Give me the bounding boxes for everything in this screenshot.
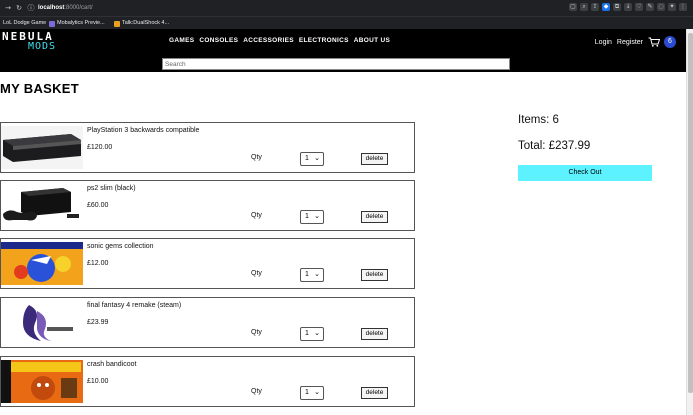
item-price: £23.99 <box>87 319 109 326</box>
screenshot-icon[interactable]: ▢ <box>569 3 577 11</box>
basket-item: ps2 slim (black) £60.00 Qty 1 ⌄ delete <box>0 180 415 231</box>
chevron-down-icon: ⌄ <box>314 155 320 162</box>
basket-item: crash bandicoot £10.00 Qty 1 ⌄ delete <box>0 356 415 407</box>
zoom-icon[interactable]: ⌕ <box>580 3 588 11</box>
shield-icon <box>49 20 55 27</box>
url-host: localhost <box>38 5 65 11</box>
url-path: :8000/cart/ <box>64 5 93 11</box>
qty-value: 1 <box>305 271 309 278</box>
qty-label: Qty <box>251 270 262 277</box>
site-header: NEBULA MODS GAMES CONSOLES ACCESSORIES E… <box>0 29 686 56</box>
register-link[interactable]: Register <box>617 39 643 46</box>
site-info-icon[interactable]: ⓘ <box>26 3 36 13</box>
item-price: £120.00 <box>87 144 113 151</box>
scrollbar-thumb[interactable] <box>688 33 693 393</box>
quantity-select[interactable]: 1 ⌄ <box>300 268 324 282</box>
qty-label: Qty <box>251 154 262 161</box>
address-bar[interactable]: localhost:8000/cart/ <box>38 3 93 13</box>
qty-value: 1 <box>305 389 309 396</box>
bookmark-label: LoL Dodge Game <box>3 20 47 26</box>
chat-icon[interactable]: ◌ <box>657 3 665 11</box>
forward-icon[interactable]: → <box>3 3 13 13</box>
summary-total: Total: £237.99 <box>518 140 591 152</box>
wiki-icon <box>114 20 120 27</box>
share-icon[interactable]: ⇪ <box>591 3 599 11</box>
delete-button[interactable]: delete <box>361 387 388 399</box>
logo-text-bottom: MODS <box>28 41 57 52</box>
search-bar <box>0 56 686 72</box>
bookmark-item[interactable]: Mobalytics Previe... <box>49 19 105 28</box>
qty-label: Qty <box>251 388 262 395</box>
product-image-crash-bandicoot[interactable] <box>1 360 83 403</box>
bookmark-label: Talk:DualShock 4... <box>122 20 170 26</box>
item-name: ps2 slim (black) <box>87 185 136 192</box>
qty-label: Qty <box>251 212 262 219</box>
page-scrollbar[interactable] <box>686 29 693 415</box>
item-price: £12.00 <box>87 260 109 267</box>
bookmark-item[interactable]: Talk:DualShock 4... <box>114 19 169 28</box>
item-price: £60.00 <box>87 202 109 209</box>
delete-button[interactable]: delete <box>361 328 388 340</box>
user-nav: Login Register 6 <box>595 35 686 49</box>
page-title: MY BASKET <box>0 81 80 96</box>
cart-icon[interactable] <box>648 37 660 47</box>
checkout-button[interactable]: Check Out <box>518 165 652 181</box>
quantity-select[interactable]: 1 ⌄ <box>300 327 324 341</box>
product-image-ps3[interactable] <box>1 126 83 169</box>
quantity-select[interactable]: 1 ⌄ <box>300 386 324 400</box>
delete-button[interactable]: delete <box>361 269 388 281</box>
puzzle-icon[interactable]: ✦ <box>668 3 676 11</box>
extension-icon[interactable]: ⧉ <box>613 3 621 11</box>
item-name: PlayStation 3 backwards compatible <box>87 127 200 134</box>
chevron-down-icon: ⌄ <box>314 213 320 220</box>
bookmark-label: Mobalytics Previe... <box>57 20 105 26</box>
chevron-down-icon: ⌄ <box>314 330 320 337</box>
login-link[interactable]: Login <box>595 39 612 46</box>
quantity-select[interactable]: 1 ⌄ <box>300 210 324 224</box>
delete-button[interactable]: delete <box>361 211 388 223</box>
bookmarks-bar: LoL Dodge Game Mobalytics Previe... Talk… <box>0 16 693 29</box>
password-icon[interactable]: ◆ <box>602 3 610 11</box>
cart-count-badge[interactable]: 6 <box>664 36 676 48</box>
nav-about-us[interactable]: ABOUT US <box>354 37 390 44</box>
extension-icons: ▢ ⌕ ⇪ ◆ ⧉ ↓ ♡ ✎ ◌ ✦ ⋮ <box>569 3 687 13</box>
qty-label: Qty <box>251 329 262 336</box>
item-name: crash bandicoot <box>87 361 137 368</box>
download-icon[interactable]: ↓ <box>624 3 632 11</box>
delete-button[interactable]: delete <box>361 153 388 165</box>
product-image-sonic-gems[interactable] <box>1 242 83 285</box>
bookmark-star-icon[interactable]: ♡ <box>635 3 643 11</box>
chevron-down-icon: ⌄ <box>314 389 320 396</box>
chevron-down-icon: ⌄ <box>314 271 320 278</box>
search-input[interactable] <box>162 58 510 70</box>
nav-games[interactable]: GAMES <box>169 37 194 44</box>
item-price: £10.00 <box>87 378 109 385</box>
qty-value: 1 <box>305 330 309 337</box>
item-name: final fantasy 4 remake (steam) <box>87 302 182 309</box>
menu-icon[interactable]: ⋮ <box>679 3 687 11</box>
pen-icon[interactable]: ✎ <box>646 3 654 11</box>
main-nav: GAMES CONSOLES ACCESSORIES ELECTRONICS A… <box>169 37 390 44</box>
bookmark-item[interactable]: LoL Dodge Game <box>3 19 46 28</box>
product-image-ps2[interactable] <box>1 184 83 227</box>
site-logo[interactable]: NEBULA MODS <box>2 30 92 55</box>
item-name: sonic gems collection <box>87 243 154 250</box>
basket-item: final fantasy 4 remake (steam) £23.99 Qt… <box>0 297 415 348</box>
qty-value: 1 <box>305 155 309 162</box>
nav-electronics[interactable]: ELECTRONICS <box>299 37 349 44</box>
basket-item: PlayStation 3 backwards compatible £120.… <box>0 122 415 173</box>
basket-item: sonic gems collection £12.00 Qty 1 ⌄ dele… <box>0 238 415 289</box>
product-image-final-fantasy-4[interactable] <box>1 301 83 344</box>
quantity-select[interactable]: 1 ⌄ <box>300 152 324 166</box>
reload-icon[interactable]: ↻ <box>14 3 24 13</box>
browser-toolbar: → ↻ ⓘ localhost:8000/cart/ ▢ ⌕ ⇪ ◆ ⧉ ↓ ♡… <box>0 0 693 16</box>
nav-accessories[interactable]: ACCESSORIES <box>243 37 294 44</box>
nav-consoles[interactable]: CONSOLES <box>199 37 238 44</box>
qty-value: 1 <box>305 213 309 220</box>
summary-item-count: Items: 6 <box>518 114 559 126</box>
